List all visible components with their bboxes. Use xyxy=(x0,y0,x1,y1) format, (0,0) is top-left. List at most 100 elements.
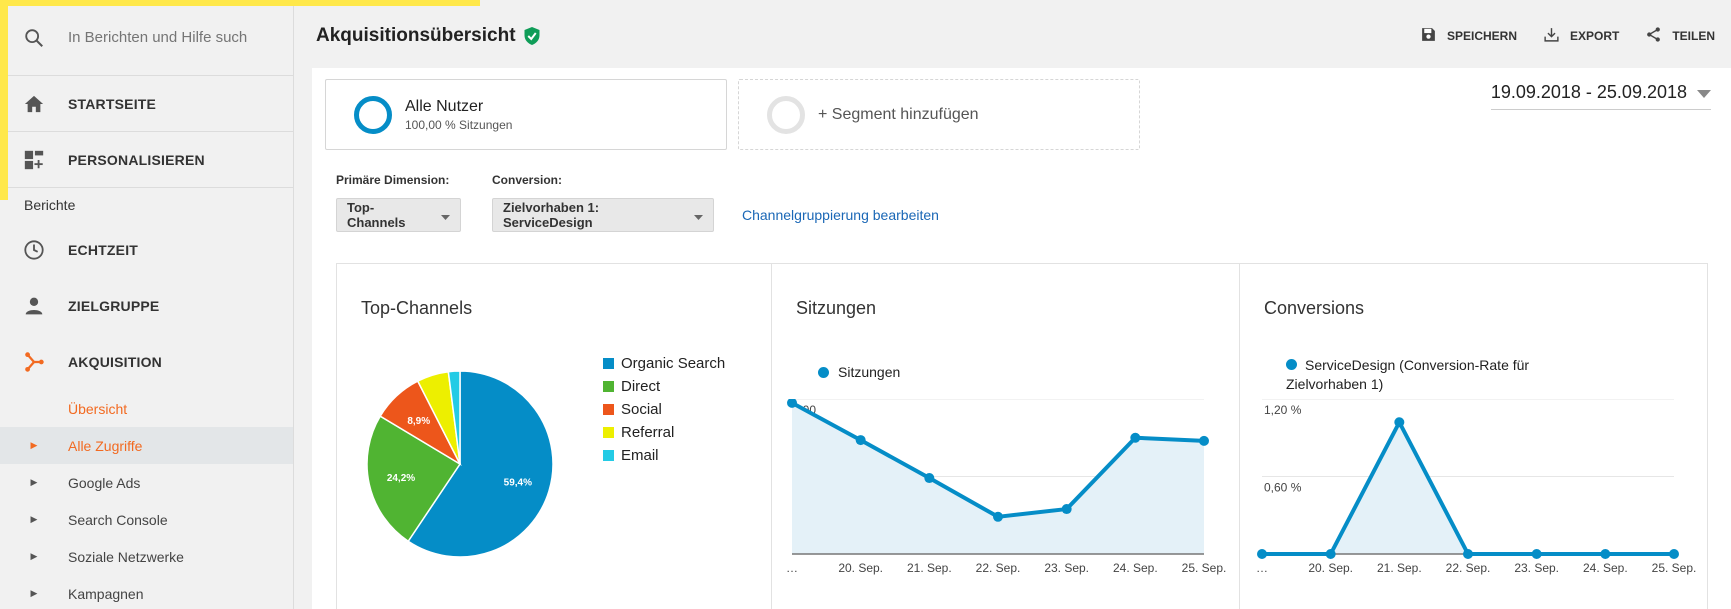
chart-cards: Top-Channels 59,4% 24,2% 8,9% Organic Sear… xyxy=(336,263,1708,609)
data-point[interactable] xyxy=(993,511,1003,522)
caret-right-icon: ▶ xyxy=(30,440,38,450)
sidebar-item-label: STARTSEITE xyxy=(68,95,157,112)
conversion-select[interactable]: Zielvorhaben 1: ServiceDesign xyxy=(492,198,714,232)
legend-label: Email xyxy=(621,447,659,464)
search-input[interactable] xyxy=(68,29,268,46)
chart-title: Conversions xyxy=(1264,298,1365,318)
data-point[interactable] xyxy=(924,473,935,484)
x-tick-label: 23. Sep. xyxy=(1514,561,1559,575)
primary-dimension-select[interactable]: Top-Channels xyxy=(336,198,461,232)
legend-label: ServiceDesign (Conversion-Rate für Zielv… xyxy=(1286,357,1530,392)
sidebar-subitem-overview[interactable]: Übersicht xyxy=(0,390,293,427)
data-point[interactable] xyxy=(1130,432,1141,443)
export-button[interactable]: EXPORT xyxy=(1543,26,1619,46)
sidebar-subitem-search-console[interactable]: ▶ Search Console xyxy=(0,501,293,538)
highlight-bar-top xyxy=(0,0,480,6)
dropdown-arrow-icon xyxy=(1697,82,1711,103)
edit-channel-grouping-link[interactable]: Channelgruppierung bearbeiten xyxy=(742,207,939,223)
data-point[interactable] xyxy=(855,435,866,446)
sidebar-item-label: AKQUISITION xyxy=(68,354,162,370)
caret-right-icon: ▶ xyxy=(30,514,38,524)
download-icon xyxy=(1543,26,1560,46)
x-tick-label: 22. Sep. xyxy=(976,561,1021,575)
primary-dimension-value: Top-Channels xyxy=(347,200,406,230)
data-point[interactable] xyxy=(1325,549,1336,559)
data-point[interactable] xyxy=(1199,435,1209,446)
data-point[interactable] xyxy=(1061,504,1072,515)
conversion-label: Conversion: xyxy=(492,173,563,187)
share-label: TEILEN xyxy=(1672,29,1715,43)
caret-right-icon: ▶ xyxy=(30,588,38,598)
share-button[interactable]: TEILEN xyxy=(1645,26,1715,46)
data-point[interactable] xyxy=(1394,417,1405,428)
sidebar-item-acquisition[interactable]: AKQUISITION xyxy=(0,334,293,390)
header-actions: SPEICHERN EXPORT TEILEN xyxy=(1420,6,1715,66)
sidebar-subitem-campaigns[interactable]: ▶ Kampagnen xyxy=(0,575,293,609)
chart-legend: ServiceDesign (Conversion-Rate für Zielv… xyxy=(1286,356,1586,394)
sidebar-subitem-all-traffic[interactable]: ▶ Alle Zugriffe xyxy=(0,427,293,464)
caret-right-icon: ▶ xyxy=(30,551,38,561)
x-tick-label: 22. Sep. xyxy=(1446,561,1491,575)
segment-all-users[interactable]: Alle Nutzer 100,00 % Sitzungen xyxy=(325,79,727,150)
section-label-reports: Berichte xyxy=(24,197,76,213)
save-button[interactable]: SPEICHERN xyxy=(1420,26,1517,46)
chart-legend: Organic Search Direct Social Referral Email xyxy=(603,352,725,467)
legend-item[interactable]: Email xyxy=(603,444,725,467)
data-point[interactable] xyxy=(1257,549,1267,559)
card-conversions: Conversions ServiceDesign (Conversion-Ra… xyxy=(1240,264,1707,609)
legend-label: Sitzungen xyxy=(838,364,901,380)
caret-right-icon: ▶ xyxy=(30,477,38,487)
date-range-picker[interactable]: 19.09.2018 - 25.09.2018 xyxy=(1490,82,1711,110)
legend-swatch xyxy=(603,404,614,415)
data-point[interactable] xyxy=(1669,549,1679,559)
dashboard-add-icon xyxy=(0,149,68,171)
sidebar-item-customize[interactable]: PERSONALISIEREN xyxy=(0,132,293,188)
y-tick-label: 1,20 % xyxy=(1264,403,1302,417)
page-header: Akquisitionsübersicht SPEICHERN EXPORT T… xyxy=(294,6,1731,66)
segment-subtitle: 100,00 % Sitzungen xyxy=(405,117,513,132)
legend-item[interactable]: Organic Search xyxy=(603,352,725,375)
x-tick-label: 20. Sep. xyxy=(1308,561,1353,575)
sidebar-item-audience[interactable]: ZIELGRUPPE xyxy=(0,278,293,334)
y-tick-label: 0,60 % xyxy=(1264,481,1302,495)
add-segment-label: + Segment hinzufügen xyxy=(818,105,979,123)
pie-slice-label: 24,2% xyxy=(387,473,415,484)
legend-swatch xyxy=(603,427,614,438)
highlight-bar-left xyxy=(0,0,8,200)
area-fill xyxy=(1262,422,1674,554)
chart-title: Top-Channels xyxy=(361,298,473,318)
search-icon[interactable] xyxy=(0,27,68,49)
legend-swatch xyxy=(603,358,614,369)
x-tick-label: 23. Sep. xyxy=(1044,561,1089,575)
add-segment-button[interactable]: + Segment hinzufügen xyxy=(738,79,1140,150)
legend-item[interactable]: Direct xyxy=(603,375,725,398)
save-label: SPEICHERN xyxy=(1446,29,1517,43)
export-label: EXPORT xyxy=(1569,29,1620,43)
chart-title: Sitzungen xyxy=(796,298,877,318)
card-top-channels: Top-Channels 59,4% 24,2% 8,9% Organic Sear… xyxy=(337,264,772,609)
legend-label: Organic Search xyxy=(621,355,726,372)
sidebar-subitem-label: Kampagnen xyxy=(68,585,144,602)
sidebar-item-home[interactable]: STARTSEITE xyxy=(0,76,293,132)
sidebar-subitem-social[interactable]: ▶ Soziale Netzwerke xyxy=(0,538,293,575)
sidebar: STARTSEITE PERSONALISIEREN Berichte ECHT… xyxy=(0,0,294,609)
legend-item[interactable]: Social xyxy=(603,398,725,421)
data-point[interactable] xyxy=(1600,549,1611,559)
data-point[interactable] xyxy=(1463,549,1473,559)
sidebar-subitem-label: Soziale Netzwerke xyxy=(68,548,184,565)
search-bar xyxy=(0,0,293,76)
x-tick-label: 25. Sep. xyxy=(1652,561,1697,575)
sidebar-subitem-google-ads[interactable]: ▶ Google Ads xyxy=(0,464,293,501)
page-title: Akquisitionsübersicht xyxy=(316,25,516,46)
legend-swatch xyxy=(603,381,614,392)
sidebar-item-realtime[interactable]: ECHTZEIT xyxy=(0,222,293,278)
legend-swatch xyxy=(603,450,614,461)
legend-label: Social xyxy=(621,401,662,418)
data-point[interactable] xyxy=(1531,549,1542,559)
sessions-area-chart: 100200…20. Sep.21. Sep.22. Sep.23. Sep.2… xyxy=(786,399,1226,575)
legend-item[interactable]: Referral xyxy=(603,421,725,444)
date-range-text: 19.09.2018 - 25.09.2018 xyxy=(1490,82,1687,102)
sidebar-item-label: ECHTZEIT xyxy=(68,242,139,258)
card-sessions: Sitzungen Sitzungen 100200…20. Sep.21. S… xyxy=(772,264,1240,609)
area-fill xyxy=(792,402,1204,554)
